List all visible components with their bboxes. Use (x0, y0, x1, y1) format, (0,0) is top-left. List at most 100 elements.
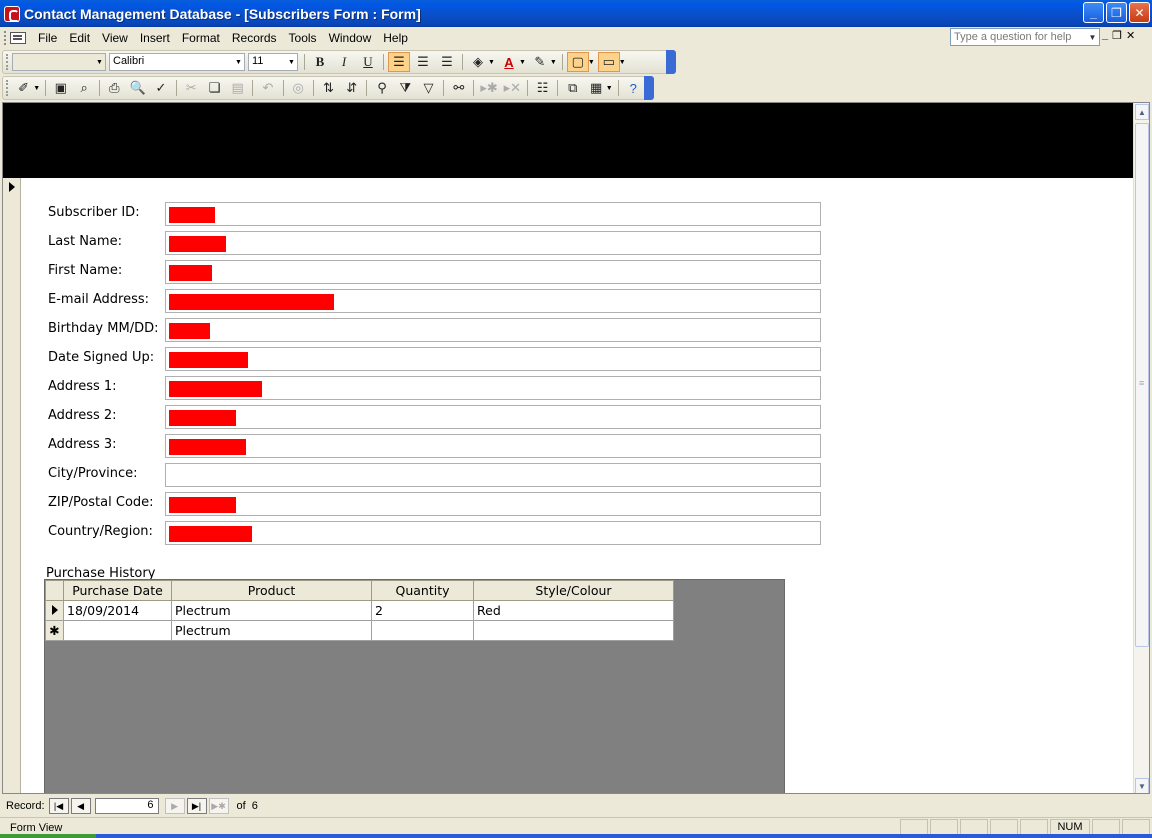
menu-tools[interactable]: Tools (283, 29, 323, 47)
scroll-down-icon[interactable]: ▼ (1135, 778, 1149, 793)
menu-file[interactable]: File (32, 29, 63, 47)
fill-color-icon[interactable]: ◈ (467, 52, 489, 72)
column-header-style-colour[interactable]: Style/Colour (473, 580, 674, 601)
spelling-icon[interactable]: ✓ (150, 78, 171, 98)
vertical-scrollbar[interactable]: ▲ ▼ (1133, 103, 1149, 793)
menu-view[interactable]: View (96, 29, 134, 47)
underline-button[interactable]: U (357, 52, 379, 72)
align-center-icon[interactable]: ☰ (412, 52, 434, 72)
undo-icon[interactable]: ↶ (257, 78, 278, 98)
menu-window[interactable]: Window (323, 29, 378, 47)
address1-field[interactable] (165, 376, 821, 400)
chevron-down-icon[interactable]: ▼ (94, 54, 105, 70)
column-header-product[interactable]: Product (171, 580, 372, 601)
filter-by-selection-icon[interactable]: ⚲ (371, 78, 392, 98)
chevron-down-icon[interactable]: ▼ (519, 59, 526, 66)
last-name-field[interactable] (165, 231, 821, 255)
align-right-icon[interactable]: ☰ (436, 52, 458, 72)
apply-filter-icon[interactable]: ▽ (418, 78, 439, 98)
chevron-down-icon[interactable]: ▼ (619, 59, 626, 66)
column-header-quantity[interactable]: Quantity (371, 580, 474, 601)
align-left-icon[interactable]: ☰ (388, 52, 410, 72)
help-icon[interactable]: ? (623, 78, 644, 98)
country-region-field[interactable] (165, 521, 821, 545)
font-size-combo[interactable]: 11 ▼ (248, 53, 298, 71)
first-record-icon[interactable]: |◀ (48, 798, 69, 814)
birthday-field[interactable] (165, 318, 821, 342)
copy-icon[interactable]: ❏ (204, 78, 225, 98)
quantity-cell[interactable]: 2 (371, 600, 474, 621)
product-cell[interactable]: Plectrum (171, 600, 372, 621)
last-record-icon[interactable]: ▶| (186, 798, 207, 814)
date-signed-up-field[interactable] (165, 347, 821, 371)
doc-close-button[interactable]: ✕ (1126, 29, 1135, 42)
database-window-icon[interactable]: ⧉ (562, 78, 583, 98)
filter-by-form-icon[interactable]: ⧩ (395, 78, 416, 98)
bold-button[interactable]: B (309, 52, 331, 72)
chevron-down-icon[interactable]: ▼ (488, 59, 495, 66)
toolbar-options-icon[interactable] (644, 76, 654, 100)
first-name-field[interactable] (165, 260, 821, 284)
zip-postal-code-field[interactable] (165, 492, 821, 516)
toolbar-grip[interactable] (6, 80, 9, 96)
purchase-date-cell[interactable]: 18/09/2014 (63, 600, 172, 621)
style-colour-cell[interactable] (473, 620, 674, 641)
minimize-button[interactable]: _ (1083, 2, 1104, 23)
italic-button[interactable]: I (333, 52, 355, 72)
sort-ascending-icon[interactable]: ⇅ (318, 78, 339, 98)
cut-icon[interactable]: ✂ (181, 78, 202, 98)
chevron-down-icon[interactable]: ▼ (588, 59, 595, 66)
chevron-down-icon[interactable]: ▼ (550, 59, 557, 66)
style-colour-cell[interactable]: Red (473, 600, 674, 621)
find-icon[interactable]: ⚯ (448, 78, 469, 98)
font-color-icon[interactable]: A (498, 52, 520, 72)
help-dropdown-icon[interactable]: ▼ (1086, 29, 1099, 45)
toolbar-grip[interactable] (6, 54, 9, 70)
scroll-thumb[interactable] (1135, 123, 1149, 647)
view-icon[interactable]: ✐ (13, 78, 34, 98)
file-search-icon[interactable]: ⌕ (73, 78, 94, 98)
email-field[interactable] (165, 289, 821, 313)
form-control-icon[interactable] (10, 32, 26, 44)
address3-field[interactable] (165, 434, 821, 458)
next-record-icon[interactable]: ▶ (164, 798, 185, 814)
city-province-field[interactable] (165, 463, 821, 487)
doc-restore-button[interactable]: ❐ (1112, 29, 1122, 42)
properties-icon[interactable]: ☷ (532, 78, 553, 98)
doc-minimize-button[interactable]: _ (1102, 29, 1108, 42)
record-selector[interactable] (3, 178, 21, 793)
start-button[interactable] (0, 834, 96, 838)
help-search-input[interactable]: Type a question for help (950, 28, 1100, 46)
quantity-cell[interactable] (371, 620, 474, 641)
scroll-up-icon[interactable]: ▲ (1135, 104, 1149, 120)
chevron-down-icon[interactable]: ▼ (33, 85, 40, 92)
new-record-nav-icon[interactable]: ▶✱ (208, 798, 229, 814)
address2-field[interactable] (165, 405, 821, 429)
delete-record-icon[interactable]: ▸✕ (502, 78, 523, 98)
menu-insert[interactable]: Insert (134, 29, 176, 47)
print-preview-icon[interactable]: 🔍 (127, 78, 148, 98)
restore-button[interactable]: ❐ (1106, 2, 1127, 23)
chevron-down-icon[interactable]: ▼ (233, 54, 244, 70)
chevron-down-icon[interactable]: ▼ (606, 85, 613, 92)
purchase-date-cell[interactable] (63, 620, 172, 641)
print-icon[interactable]: ⎙ (104, 78, 125, 98)
table-row-new[interactable]: ✱ Plectrum (45, 620, 674, 641)
menu-records[interactable]: Records (226, 29, 283, 47)
font-name-combo[interactable]: Calibri ▼ (109, 53, 245, 71)
border-icon[interactable]: ▢ (566, 52, 589, 72)
chevron-down-icon[interactable]: ▼ (286, 54, 297, 70)
line-width-icon[interactable]: ▭ (597, 52, 620, 72)
save-icon[interactable]: ▣ (50, 78, 71, 98)
select-all-cell[interactable] (45, 580, 64, 601)
toolbar-options-icon[interactable] (666, 50, 676, 74)
row-selector[interactable] (45, 600, 64, 621)
access-app-icon[interactable] (4, 5, 20, 22)
menu-format[interactable]: Format (176, 29, 226, 47)
menu-help[interactable]: Help (377, 29, 414, 47)
menu-edit[interactable]: Edit (63, 29, 96, 47)
close-button[interactable]: ✕ (1129, 2, 1150, 23)
sort-descending-icon[interactable]: ⇵ (341, 78, 362, 98)
column-header-purchase-date[interactable]: Purchase Date (63, 580, 172, 601)
object-combo[interactable]: ▼ (12, 53, 106, 71)
